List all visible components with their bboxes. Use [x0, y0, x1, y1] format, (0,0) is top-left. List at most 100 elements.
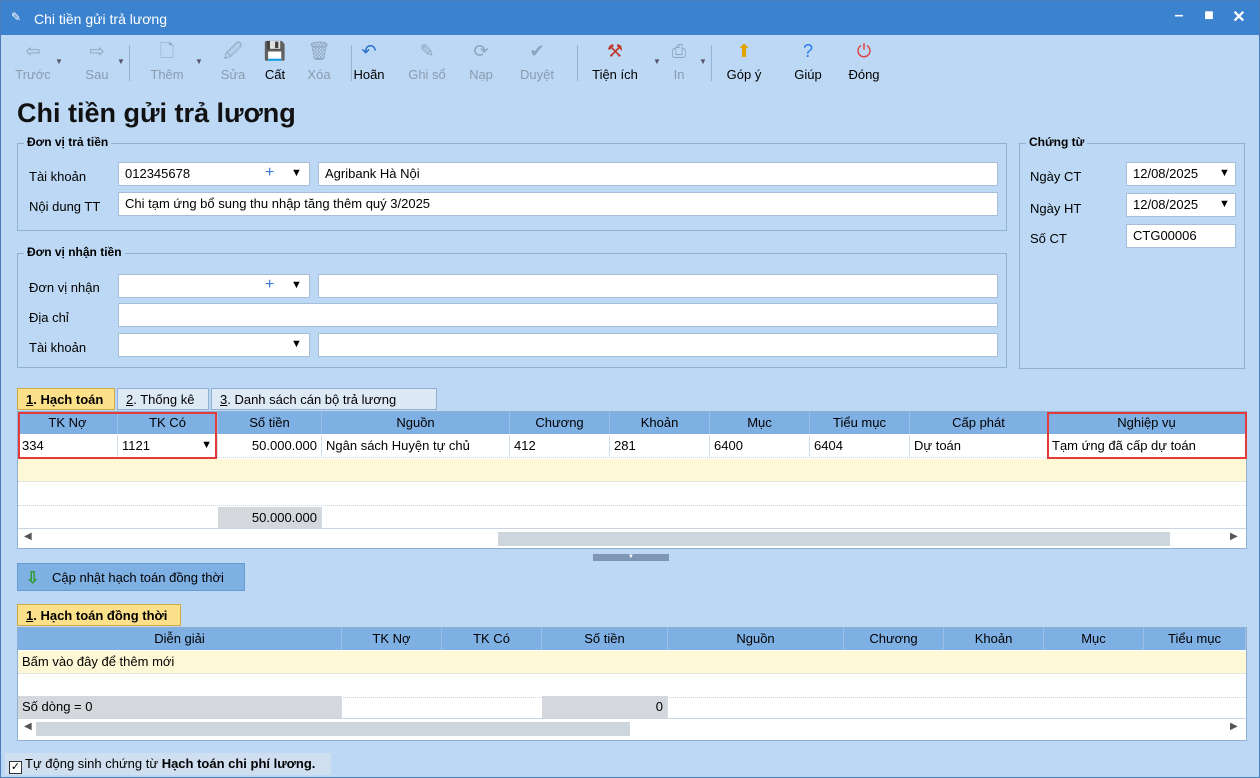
column-header[interactable]: TK Nợ — [18, 412, 118, 434]
scroll-left-icon[interactable]: ◀ — [24, 721, 32, 732]
update-accounting-button[interactable]: ⇩ Cập nhật hạch toán đồng thời — [17, 563, 245, 591]
toolbar-back-button[interactable]: ⇦ Trước — [13, 39, 53, 89]
payer-account-value: 012345678 — [125, 166, 191, 181]
payee-account-combo[interactable]: ▼ — [118, 333, 310, 357]
voucher-no-field[interactable]: CTG00006 — [1126, 224, 1236, 248]
toolbar-approve-label: Duyệt — [520, 67, 554, 82]
column-header[interactable]: Tiểu mục — [810, 412, 910, 434]
table-cell[interactable]: 281 — [610, 435, 710, 457]
column-header[interactable]: Khoản — [944, 628, 1044, 650]
table-cell[interactable]: 6404 — [810, 435, 910, 457]
column-header[interactable]: Nguồn — [668, 628, 844, 650]
dropdown-arrow-icon[interactable]: ▼ — [117, 57, 125, 66]
column-header[interactable]: Cấp phát — [910, 412, 1048, 434]
column-header[interactable]: Mục — [710, 412, 810, 434]
toolbar-load-button[interactable]: ⟳ Nạp — [463, 39, 499, 89]
table-cell[interactable]: 412 — [510, 435, 610, 457]
table-row-empty[interactable] — [18, 675, 1246, 698]
dropdown-arrow-icon[interactable]: ▼ — [1219, 198, 1230, 210]
toolbar-undo-button[interactable]: ↶ Hoãn — [345, 39, 393, 89]
dropdown-arrow-icon[interactable]: ▼ — [653, 57, 661, 66]
table-cell[interactable]: Tạm ứng đã cấp dự toán — [1048, 435, 1246, 457]
plus-icon[interactable]: + — [265, 276, 274, 294]
tab-simultaneous-accounting[interactable]: 1. Hạch toán đồng thời — [17, 604, 181, 626]
accounting-hscroll[interactable]: ◀ ▶ — [18, 528, 1246, 548]
voucher-date-picker[interactable]: 12/08/2025 ▼ — [1126, 162, 1236, 186]
toolbar-help-button[interactable]: ? Giúp — [787, 39, 829, 89]
toolbar-close-button[interactable]: ⏻ Đóng — [837, 39, 891, 89]
table-cell[interactable]: 1121 — [118, 435, 218, 457]
scroll-thumb[interactable] — [498, 532, 1170, 546]
dropdown-arrow-icon[interactable]: ▼ — [291, 279, 302, 291]
payer-account-combo[interactable]: 012345678 + ▼ — [118, 162, 310, 186]
payee-unit-combo[interactable]: + ▼ — [118, 274, 310, 298]
dropdown-arrow-icon[interactable]: ▼ — [699, 57, 707, 66]
auto-generate-option[interactable]: ✓ Tự động sinh chứng từ Hạch toán chi phí… — [5, 753, 331, 775]
scroll-right-icon[interactable]: ▶ — [1230, 531, 1238, 542]
tab-accounting[interactable]: 1. Hạch toán — [17, 388, 115, 410]
dropdown-arrow-icon[interactable]: ▼ — [291, 167, 302, 179]
column-header[interactable]: Mục — [1044, 628, 1144, 650]
toolbar-edit-button[interactable]: 🖉 Sửa — [213, 39, 253, 89]
table-cell[interactable]: 334 — [18, 435, 118, 457]
maximize-button[interactable]: ■ — [1201, 7, 1217, 27]
column-header[interactable]: Nguồn — [322, 412, 510, 434]
column-header[interactable]: Nghiệp vụ — [1048, 412, 1246, 434]
minimize-button[interactable]: – — [1171, 7, 1187, 27]
payee-bank-field[interactable] — [318, 333, 998, 357]
toolbar-save-button[interactable]: 💾 Cất — [257, 39, 293, 89]
column-header[interactable]: Chương — [510, 412, 610, 434]
auto-generate-checkbox[interactable]: ✓ — [9, 761, 22, 774]
payment-content-value: Chi tạm ứng bổ sung thu nhập tăng thêm q… — [125, 196, 431, 211]
toolbar-load-label: Nạp — [469, 67, 493, 82]
payee-unit-name-field[interactable] — [318, 274, 998, 298]
table-cell[interactable]: Dự toán — [910, 435, 1048, 457]
payer-bank-field[interactable]: Agribank Hà Nội — [318, 162, 998, 186]
toolbar-approve-button[interactable]: ✔ Duyệt — [511, 39, 563, 89]
accounting-grid: TK Nợ TK Có Số tiền Nguồn Chương Khoản Mục Tiểu… — [17, 411, 1247, 549]
add-new-row[interactable]: Bấm vào đây để thêm mới — [18, 651, 1246, 674]
column-header[interactable]: TK Có — [442, 628, 542, 650]
payment-content-field[interactable]: Chi tạm ứng bổ sung thu nhập tăng thêm q… — [118, 192, 998, 216]
add-new-row-label: Bấm vào đây để thêm mới — [22, 654, 175, 669]
tab-statistics[interactable]: 2. Thống kê — [117, 388, 209, 410]
approve-icon: ✔ — [529, 41, 545, 61]
scroll-right-icon[interactable]: ▶ — [1230, 721, 1238, 732]
table-cell[interactable]: 50.000.000 — [218, 435, 322, 457]
table-cell[interactable]: Ngân sách Huyện tự chủ — [322, 435, 510, 457]
close-window-button[interactable]: ✕ — [1231, 7, 1247, 27]
toolbar-separator — [711, 45, 712, 81]
toolbar-add-button[interactable]: 🗋 Thêm — [141, 39, 193, 89]
scroll-left-icon[interactable]: ◀ — [24, 531, 32, 542]
table-cell[interactable]: 6400 — [710, 435, 810, 457]
table-row-empty[interactable] — [18, 483, 1246, 506]
column-header[interactable]: Diễn giải — [18, 628, 342, 650]
column-header[interactable]: Số tiền — [218, 412, 322, 434]
panel-splitter[interactable]: ▼ — [593, 554, 669, 561]
column-header[interactable]: Tiểu mục — [1144, 628, 1246, 650]
toolbar-post-button[interactable]: ✎ Ghi sổ — [399, 39, 455, 89]
column-header[interactable]: TK Nợ — [342, 628, 442, 650]
toolbar-feedback-button[interactable]: ⬆ Góp ý — [717, 39, 771, 89]
toolbar-print-button[interactable]: ⎙ In — [661, 39, 697, 89]
toolbar-forward-button[interactable]: ⇨ Sau — [79, 39, 115, 89]
dropdown-arrow-icon[interactable]: ▼ — [55, 57, 63, 66]
table-row-empty[interactable] — [18, 459, 1246, 482]
tab-staff-list[interactable]: 3. Danh sách cán bộ trả lương — [211, 388, 437, 410]
table-row[interactable]: 334 1121 ▼ 50.000.000 Ngân sách Huyện tự chủ… — [18, 435, 1246, 458]
toolbar-delete-button[interactable]: 🗑 Xóa — [301, 39, 337, 89]
column-header[interactable]: Số tiền — [542, 628, 668, 650]
payee-address-field[interactable] — [118, 303, 998, 327]
scroll-thumb[interactable] — [36, 722, 630, 736]
posting-date-picker[interactable]: 12/08/2025 ▼ — [1126, 193, 1236, 217]
column-header[interactable]: TK Có — [118, 412, 218, 434]
plus-icon[interactable]: + — [265, 164, 274, 182]
toolbar-utilities-button[interactable]: ⚒ Tiện ích — [579, 39, 651, 89]
dropdown-arrow-icon[interactable]: ▼ — [195, 57, 203, 66]
column-header[interactable]: Chương — [844, 628, 944, 650]
forward-icon: ⇨ — [89, 41, 105, 61]
dropdown-arrow-icon[interactable]: ▼ — [291, 338, 302, 350]
dropdown-arrow-icon[interactable]: ▼ — [1219, 167, 1230, 179]
simultaneous-hscroll[interactable]: ◀ ▶ — [18, 718, 1246, 738]
column-header[interactable]: Khoản — [610, 412, 710, 434]
